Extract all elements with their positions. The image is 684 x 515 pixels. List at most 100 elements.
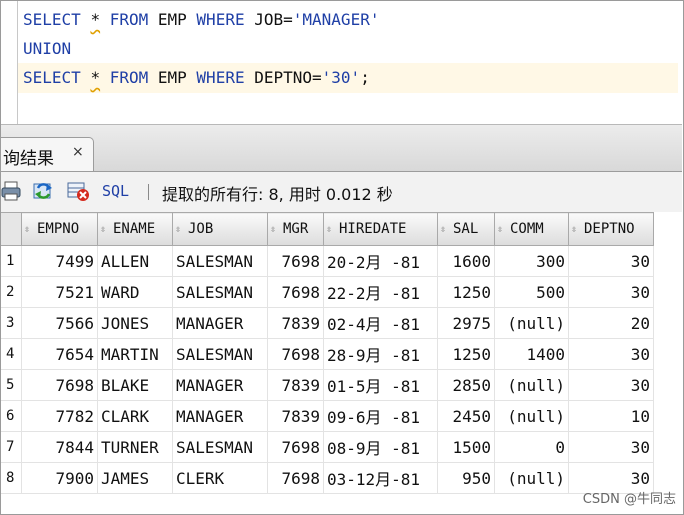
table-cell-job[interactable]: SALESMAN [172,338,268,370]
table-cell-mgr[interactable]: 7698 [267,276,324,308]
column-header-ename[interactable]: ⇳ ENAME [97,212,173,246]
column-header-deptno[interactable]: ⇳ DEPTNO [568,212,654,246]
result-grid[interactable]: ⇳ EMPNO ⇳ ENAME ⇳ JOB ⇳ MGR ⇳ HIREDATE ⇳ SAL ⇳… [1,212,682,513]
column-header-sal[interactable]: ⇳ SAL [437,212,495,246]
sort-icon[interactable]: ⇳ [270,224,280,235]
row-number[interactable]: 8 [1,462,22,494]
table-cell-hiredate[interactable]: 02-4月 -81 [323,307,438,339]
table-cell-mgr[interactable]: 7839 [267,369,324,401]
row-number[interactable]: 2 [1,276,22,308]
table-cell-comm[interactable]: (null) [494,462,569,494]
table-cell-hiredate[interactable]: 09-6月 -81 [323,400,438,432]
sql-button[interactable]: SQL [102,182,129,200]
column-header-mgr[interactable]: ⇳ MGR [267,212,324,246]
table-cell-empno[interactable]: 7698 [21,369,98,401]
tab-query-result[interactable]: 询结果 × [0,137,94,173]
table-cell-comm[interactable]: 1400 [494,338,569,370]
sort-icon[interactable]: ⇳ [440,224,450,235]
table-cell-sal[interactable]: 950 [437,462,495,494]
table-cell-comm[interactable]: 0 [494,431,569,463]
table-cell-empno[interactable]: 7782 [21,400,98,432]
table-cell-mgr[interactable]: 7698 [267,462,324,494]
table-cell-mgr[interactable]: 7698 [267,245,324,277]
row-number[interactable]: 5 [1,369,22,401]
table-cell-deptno[interactable]: 10 [568,400,654,432]
sort-icon[interactable]: ⇳ [326,224,336,235]
table-cell-sal[interactable]: 2975 [437,307,495,339]
sort-icon[interactable]: ⇳ [497,224,507,235]
sort-icon[interactable]: ⇳ [100,224,110,235]
table-row[interactable]: 2 7521 WARD SALESMAN 7698 22-2月 -81 1250 500 30 [1,276,654,308]
table-cell-hiredate[interactable]: 01-5月 -81 [323,369,438,401]
table-cell-ename[interactable]: JAMES [97,462,173,494]
table-row[interactable]: 7 7844 TURNER SALESMAN 7698 08-9月 -81 1500 0 30 [1,431,654,463]
sort-icon[interactable]: ⇳ [24,224,34,235]
table-cell-deptno[interactable]: 20 [568,307,654,339]
print-icon[interactable] [1,180,23,202]
table-cell-job[interactable]: SALESMAN [172,276,268,308]
table-cell-job[interactable]: SALESMAN [172,431,268,463]
table-cell-sal[interactable]: 1500 [437,431,495,463]
table-cell-sal[interactable]: 1250 [437,276,495,308]
table-cell-comm[interactable]: (null) [494,400,569,432]
table-cell-job[interactable]: MANAGER [172,400,268,432]
table-cell-mgr[interactable]: 7839 [267,307,324,339]
table-cell-sal[interactable]: 1600 [437,245,495,277]
table-cell-ename[interactable]: WARD [97,276,173,308]
table-cell-ename[interactable]: MARTIN [97,338,173,370]
table-cell-sal[interactable]: 2450 [437,400,495,432]
table-cell-mgr[interactable]: 7698 [267,338,324,370]
column-header-comm[interactable]: ⇳ COMM [494,212,569,246]
row-number[interactable]: 1 [1,245,22,277]
table-cell-job[interactable]: MANAGER [172,369,268,401]
table-cell-mgr[interactable]: 7698 [267,431,324,463]
row-number[interactable]: 4 [1,338,22,370]
table-cell-ename[interactable]: TURNER [97,431,173,463]
table-cell-ename[interactable]: JONES [97,307,173,339]
table-cell-ename[interactable]: BLAKE [97,369,173,401]
table-cell-deptno[interactable]: 30 [568,276,654,308]
table-cell-hiredate[interactable]: 20-2月 -81 [323,245,438,277]
table-row[interactable]: 5 7698 BLAKE MANAGER 7839 01-5月 -81 2850 (null)… [1,369,654,401]
table-row[interactable]: 8 7900 JAMES CLERK 7698 03-12月-81 950 (null) 30 [1,462,654,494]
sort-icon[interactable]: ⇳ [571,224,581,235]
table-cell-hiredate[interactable]: 28-9月 -81 [323,338,438,370]
sql-editor[interactable]: SELECT * FROM EMP WHERE JOB='MANAGER' UN… [1,1,682,124]
table-cell-mgr[interactable]: 7839 [267,400,324,432]
code-line-3[interactable]: SELECT * FROM EMP WHERE DEPTNO='30'; [18,63,678,93]
table-cell-empno[interactable]: 7499 [21,245,98,277]
table-cell-hiredate[interactable]: 22-2月 -81 [323,276,438,308]
row-number[interactable]: 6 [1,400,22,432]
table-cell-empno[interactable]: 7654 [21,338,98,370]
table-cell-comm[interactable]: 500 [494,276,569,308]
table-cell-deptno[interactable]: 30 [568,245,654,277]
table-row[interactable]: 1 7499 ALLEN SALESMAN 7698 20-2月 -81 1600 300 30 [1,245,654,277]
table-cell-hiredate[interactable]: 03-12月-81 [323,462,438,494]
table-cell-sal[interactable]: 1250 [437,338,495,370]
table-cell-comm[interactable]: (null) [494,369,569,401]
table-cell-ename[interactable]: ALLEN [97,245,173,277]
code-line-1[interactable]: SELECT * FROM EMP WHERE JOB='MANAGER' [23,5,678,35]
close-icon[interactable]: × [72,144,84,160]
column-header-hiredate[interactable]: ⇳ HIREDATE [323,212,438,246]
code-line-2[interactable]: UNION [23,34,678,64]
table-cell-deptno[interactable]: 30 [568,431,654,463]
column-header-empno[interactable]: ⇳ EMPNO [21,212,98,246]
table-row[interactable]: 3 7566 JONES MANAGER 7839 02-4月 -81 2975 (null)… [1,307,654,339]
table-cell-job[interactable]: CLERK [172,462,268,494]
table-cell-empno[interactable]: 7844 [21,431,98,463]
table-cell-deptno[interactable]: 30 [568,338,654,370]
table-cell-job[interactable]: SALESMAN [172,245,268,277]
table-cell-empno[interactable]: 7521 [21,276,98,308]
refresh-icon[interactable] [32,180,54,202]
table-row[interactable]: 4 7654 MARTIN SALESMAN 7698 28-9月 -81 1250 1400… [1,338,654,370]
table-row[interactable]: 6 7782 CLARK MANAGER 7839 09-6月 -81 2450 (null)… [1,400,654,432]
table-cell-comm[interactable]: (null) [494,307,569,339]
table-cell-hiredate[interactable]: 08-9月 -81 [323,431,438,463]
table-cell-empno[interactable]: 7566 [21,307,98,339]
table-cell-job[interactable]: MANAGER [172,307,268,339]
row-number[interactable]: 7 [1,431,22,463]
sort-icon[interactable]: ⇳ [175,224,185,235]
row-number[interactable]: 3 [1,307,22,339]
table-cell-ename[interactable]: CLARK [97,400,173,432]
